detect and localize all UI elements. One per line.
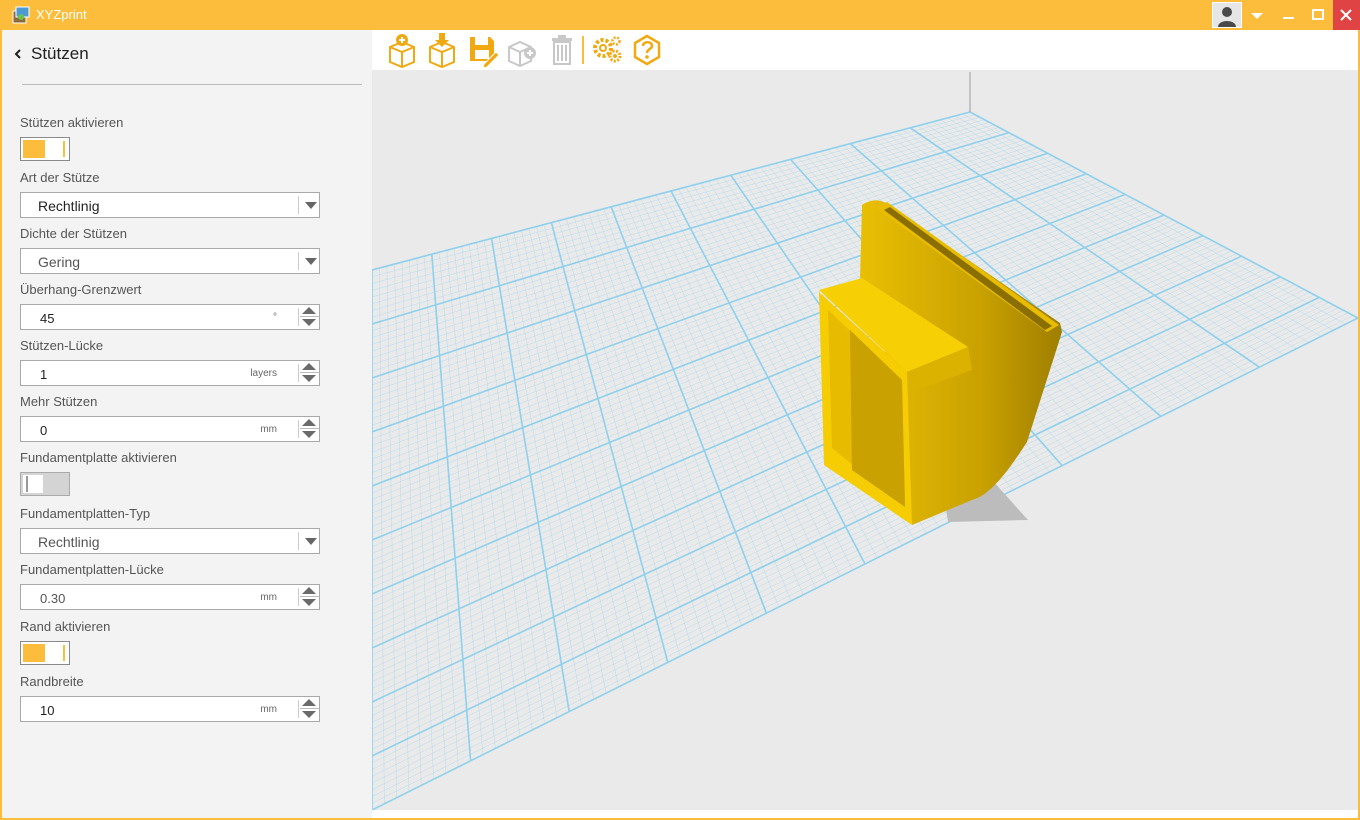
- toggle-knob: [63, 141, 65, 157]
- window-title: XYZprint: [36, 7, 87, 22]
- toggle-fill: [23, 644, 45, 662]
- brim-width-unit: mm: [260, 704, 277, 715]
- save-edit-icon[interactable]: [464, 31, 500, 69]
- stepper-separator: [298, 700, 299, 718]
- brim-enable-toggle[interactable]: [20, 641, 70, 665]
- raft-gap-label: Fundamentplatten-Lücke: [20, 562, 164, 577]
- stepper-down-icon[interactable]: [302, 319, 316, 326]
- brim-width-value[interactable]: 10: [40, 703, 54, 718]
- more-supports-value[interactable]: 0: [40, 423, 47, 438]
- raft-gap-stepper[interactable]: 0.30 mm: [20, 584, 320, 610]
- supports-enable-label: Stützen aktivieren: [20, 115, 124, 130]
- minimize-button[interactable]: [1274, 0, 1304, 30]
- build-plate-scene[interactable]: [372, 70, 1358, 810]
- stepper-down-icon[interactable]: [302, 599, 316, 606]
- support-type-label: Art der Stütze: [20, 170, 100, 185]
- raft-gap-value[interactable]: 0.30: [40, 591, 65, 606]
- load-model-icon[interactable]: [424, 31, 460, 69]
- stepper-separator: [298, 420, 299, 438]
- raft-gap-unit: mm: [260, 592, 277, 603]
- stepper-up-icon[interactable]: [302, 419, 316, 426]
- title-bar: [0, 0, 1360, 30]
- add-copy-icon[interactable]: [504, 31, 540, 69]
- help-icon[interactable]: [629, 31, 665, 69]
- chevron-down-icon[interactable]: [305, 258, 317, 265]
- supports-enable-toggle[interactable]: [20, 137, 70, 161]
- stepper-down-icon[interactable]: [302, 711, 316, 718]
- chevron-left-icon[interactable]: [14, 44, 22, 67]
- brim-enable-label: Rand aktivieren: [20, 619, 111, 634]
- support-density-value: Gering: [38, 254, 81, 270]
- raft-type-label: Fundamentplatten-Typ: [20, 506, 151, 521]
- overhang-threshold-unit: °: [273, 312, 277, 323]
- stepper-separator: [298, 308, 299, 326]
- more-supports-stepper[interactable]: 0 mm: [20, 416, 320, 442]
- more-supports-unit: mm: [260, 424, 277, 435]
- stepper-divider: [300, 372, 319, 373]
- toggle-fill: [23, 140, 45, 158]
- account-dropdown-icon[interactable]: [1242, 0, 1272, 30]
- chevron-down-icon[interactable]: [305, 202, 317, 209]
- trash-icon[interactable]: [544, 31, 580, 69]
- stepper-separator: [298, 364, 299, 382]
- stepper-separator: [298, 588, 299, 606]
- stepper-up-icon[interactable]: [302, 363, 316, 370]
- raft-enable-toggle[interactable]: [20, 472, 70, 496]
- brim-width-stepper[interactable]: 10 mm: [20, 696, 320, 722]
- raft-enable-label: Fundamentplatte aktivieren: [20, 450, 177, 465]
- stepper-up-icon[interactable]: [302, 307, 316, 314]
- stepper-up-icon[interactable]: [302, 699, 316, 706]
- support-density-select[interactable]: Gering: [20, 248, 320, 274]
- settings-gears-icon[interactable]: [590, 31, 626, 69]
- app-logo-icon: [11, 5, 31, 25]
- support-gap-unit: layers: [250, 368, 277, 379]
- stepper-divider: [300, 428, 319, 429]
- select-separator: [298, 252, 299, 270]
- 3d-viewport[interactable]: [372, 70, 1358, 810]
- toggle-knob: [26, 476, 28, 492]
- support-gap-value[interactable]: 1: [40, 367, 47, 382]
- close-button[interactable]: [1333, 0, 1360, 30]
- overhang-threshold-value[interactable]: 45: [40, 311, 54, 326]
- stepper-divider: [300, 596, 319, 597]
- overhang-threshold-label: Überhang-Grenzwert: [20, 282, 142, 297]
- support-type-value: Rechtlinig: [38, 198, 100, 214]
- status-strip: [372, 810, 1358, 818]
- stepper-down-icon[interactable]: [302, 375, 316, 382]
- stepper-up-icon[interactable]: [302, 587, 316, 594]
- stepper-divider: [300, 316, 319, 317]
- chevron-down-icon[interactable]: [305, 538, 317, 545]
- more-supports-label: Mehr Stützen: [20, 394, 98, 409]
- maximize-button[interactable]: [1303, 0, 1333, 30]
- panel-title[interactable]: Stützen: [31, 44, 89, 64]
- user-avatar-icon[interactable]: [1212, 2, 1242, 28]
- support-gap-label: Stützen-Lücke: [20, 338, 104, 353]
- 3d-model[interactable]: [819, 200, 1062, 525]
- select-separator: [298, 196, 299, 214]
- grid-line: [969, 111, 1358, 319]
- stepper-down-icon[interactable]: [302, 431, 316, 438]
- support-density-label: Dichte der Stützen: [20, 226, 127, 241]
- stepper-divider: [300, 708, 319, 709]
- overhang-threshold-stepper[interactable]: 45 °: [20, 304, 320, 330]
- brim-width-label: Randbreite: [20, 674, 84, 689]
- select-separator: [298, 532, 299, 550]
- toolbar-separator: [582, 36, 584, 64]
- grid-line: [372, 255, 1242, 649]
- toggle-knob: [63, 645, 65, 661]
- support-type-select[interactable]: Rechtlinig: [20, 192, 320, 218]
- panel-divider: [22, 84, 362, 85]
- import-model-icon[interactable]: [384, 31, 420, 69]
- toggle-fill: [43, 475, 67, 493]
- support-gap-stepper[interactable]: 1 layers: [20, 360, 320, 386]
- raft-type-value: Rechtlinig: [38, 534, 100, 550]
- raft-type-select[interactable]: Rechtlinig: [20, 528, 320, 554]
